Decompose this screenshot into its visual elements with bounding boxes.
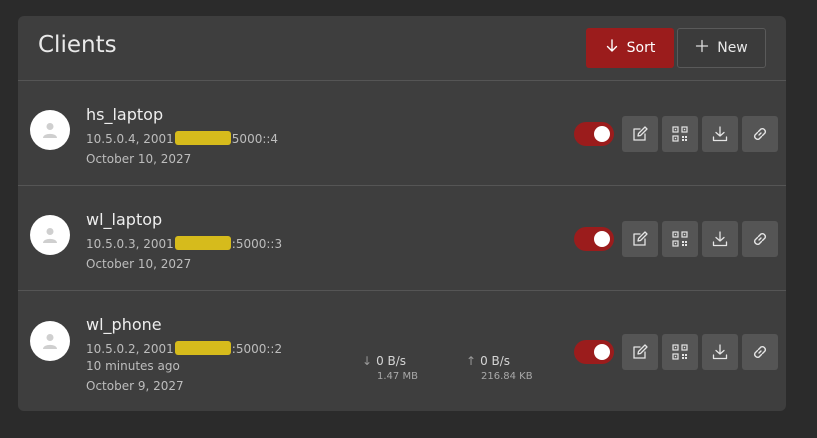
clients-panel: Clients Sort New hs_laptop 10.5.0.4, 200… [18,16,786,411]
link-button[interactable] [742,221,778,257]
page-title: Clients [38,32,117,58]
address-prefix: 10.5.0.3, 2001 [86,237,174,251]
client-name: wl_laptop [86,210,163,229]
sort-button-label: Sort [626,40,656,56]
link-icon [754,233,766,245]
redaction-mark [174,131,231,145]
plus-icon [695,39,709,57]
download-button[interactable] [702,334,738,370]
enable-toggle[interactable] [574,122,614,146]
link-icon [754,346,766,358]
edit-button[interactable] [622,116,658,152]
new-button-label: New [717,40,748,56]
qr-code-button[interactable] [662,334,698,370]
client-actions [574,221,778,257]
address-prefix: 10.5.0.4, 2001 [86,132,174,146]
client-row: hs_laptop 10.5.0.4, 2001 5000::4 October … [18,81,786,186]
address-suffix: :5000::2 [231,342,283,356]
panel-header: Clients Sort New [18,16,786,81]
qr-code-icon [672,344,688,360]
qr-code-button[interactable] [662,221,698,257]
client-name: wl_phone [86,315,162,334]
client-created-date: October 10, 2027 [86,257,192,271]
download-icon [712,126,728,142]
link-icon [754,128,766,140]
download-icon [712,231,728,247]
toggle-knob [594,344,610,360]
avatar [30,321,70,361]
user-icon [43,334,57,349]
link-button[interactable] [742,116,778,152]
client-row: wl_laptop 10.5.0.3, 2001 :5000::3 October… [18,186,786,291]
arrow-up-icon: ↑ [466,354,477,368]
qr-code-icon [672,231,688,247]
client-actions [574,334,778,370]
client-row: wl_phone 10.5.0.2, 2001 :5000::2 10 minut… [18,291,786,411]
redaction-mark [174,236,231,250]
edit-button[interactable] [622,221,658,257]
arrow-down-icon [605,39,619,57]
new-client-button[interactable]: New [677,28,766,68]
client-address: 10.5.0.4, 2001 5000::4 [86,131,278,146]
arrow-down-icon: ↓ [362,354,373,368]
edit-icon [633,126,648,141]
address-prefix: 10.5.0.2, 2001 [86,342,174,356]
client-address: 10.5.0.2, 2001 :5000::2 [86,341,282,356]
enable-toggle[interactable] [574,227,614,251]
download-total: 1.47 MB [377,371,418,382]
client-address: 10.5.0.3, 2001 :5000::3 [86,236,282,251]
avatar [30,110,70,150]
qr-code-button[interactable] [662,116,698,152]
client-name: hs_laptop [86,105,164,124]
redaction-mark [174,341,231,355]
last-handshake: 10 minutes ago [86,359,180,373]
link-button[interactable] [742,334,778,370]
enable-toggle[interactable] [574,340,614,364]
edit-button[interactable] [622,334,658,370]
user-icon [43,123,57,138]
user-icon [43,228,57,243]
download-button[interactable] [702,221,738,257]
address-suffix: :5000::3 [231,237,283,251]
upload-rate: 0 B/s [480,354,511,368]
download-rate: 0 B/s [376,354,407,368]
client-created-date: October 9, 2027 [86,379,184,393]
sort-button[interactable]: Sort [586,28,674,68]
edit-icon [633,231,648,246]
upload-total: 216.84 KB [481,371,533,382]
toggle-knob [594,126,610,142]
client-actions [574,116,778,152]
qr-code-icon [672,126,688,142]
avatar [30,215,70,255]
upload-stats: ↑ 0 B/s 216.84 KB [466,354,533,382]
download-stats: ↓ 0 B/s 1.47 MB [362,354,418,382]
edit-icon [633,344,648,359]
toggle-knob [594,231,610,247]
download-button[interactable] [702,116,738,152]
download-icon [712,344,728,360]
address-suffix: 5000::4 [231,132,279,146]
client-created-date: October 10, 2027 [86,152,192,166]
